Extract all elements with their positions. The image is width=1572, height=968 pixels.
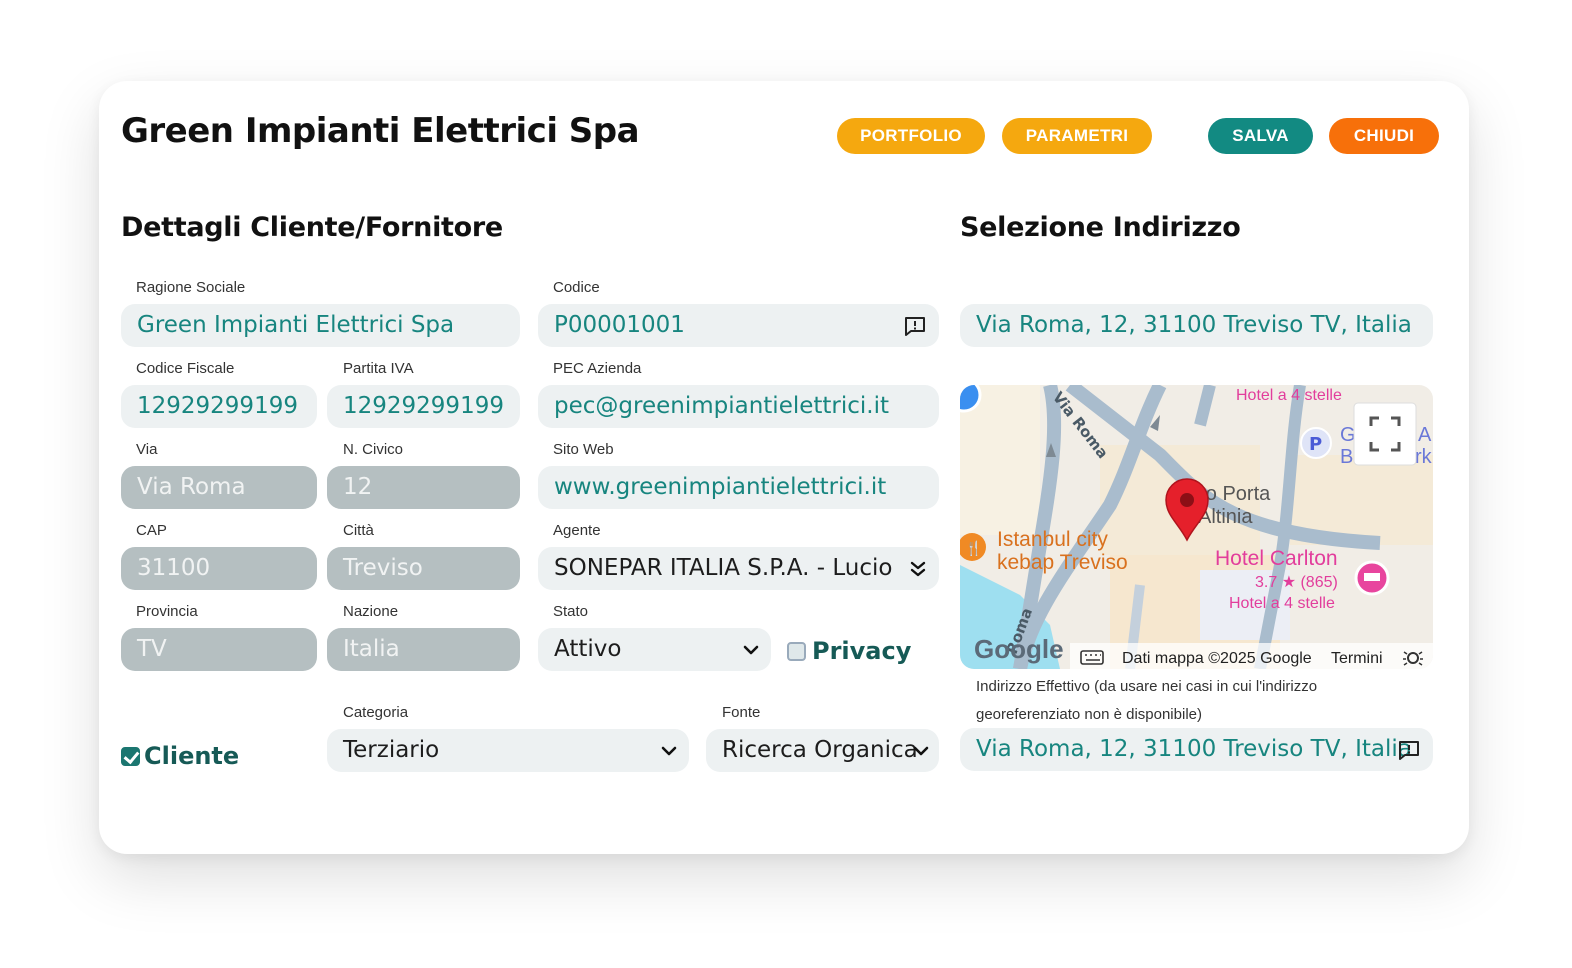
poi-kebab-line1: Istanbul city: [997, 528, 1108, 551]
fonte-value: Ricerca Organica: [722, 737, 918, 763]
restaurant-icon-glyph: 🍴: [965, 540, 982, 557]
codice-fiscale-field[interactable]: 12929299199: [121, 385, 317, 428]
cap-label: CAP: [136, 522, 167, 539]
codice-field[interactable]: P00001001: [538, 304, 939, 347]
poi-hotel-name: Hotel Carlton: [1215, 547, 1338, 570]
parametri-button[interactable]: PARAMETRI: [1002, 118, 1152, 154]
edge-label-line1: A: [1418, 424, 1432, 446]
categoria-label: Categoria: [343, 704, 409, 721]
effective-address-value: Via Roma, 12, 31100 Treviso TV, Italia: [976, 736, 1412, 762]
ragione-sociale-field[interactable]: Green Impianti Elettrici Spa: [121, 304, 520, 347]
map-attribution: Dati mappa ©2025 Google: [1122, 650, 1312, 667]
poi-hotel-rating: 3.7 ★ (865): [1255, 574, 1338, 591]
map-view[interactable]: Via Roma Roma Hotel a 4 stelle rgo Porta…: [960, 385, 1433, 669]
fullscreen-button[interactable]: [1353, 402, 1417, 466]
cap-field: 31100: [121, 547, 317, 590]
close-button[interactable]: CHIUDI: [1329, 118, 1439, 154]
privacy-checkbox-box[interactable]: [787, 641, 806, 661]
privacy-label: Privacy: [812, 637, 912, 665]
effective-address-note: Indirizzo Effettivo (da usare nei casi i…: [976, 678, 1318, 723]
via-label: Via: [136, 441, 158, 458]
cliente-checkbox[interactable]: Cliente: [121, 742, 239, 770]
agente-value: SONEPAR ITALIA S.P.A. - Lucio: [554, 555, 893, 581]
citta-field: Treviso: [327, 547, 520, 590]
provincia-label: Provincia: [136, 603, 198, 620]
portfolio-button[interactable]: PORTFOLIO: [837, 118, 985, 154]
codice-value: P00001001: [554, 312, 685, 338]
cliente-checkbox-box[interactable]: [121, 746, 140, 766]
pec-label: PEC Azienda: [553, 360, 642, 377]
privacy-checkbox[interactable]: Privacy: [787, 637, 911, 665]
sito-web-field[interactable]: www.greenimpiantielettrici.it: [538, 466, 939, 509]
stato-select[interactable]: Attivo: [538, 628, 771, 671]
poi-hotel-top: Hotel a 4 stelle: [1236, 387, 1342, 404]
parking-label-line1: G: [1340, 424, 1356, 446]
partita-iva-field[interactable]: 12929299199: [327, 385, 520, 428]
comment-icon[interactable]: [1397, 728, 1421, 771]
civico-label: N. Civico: [343, 441, 404, 458]
save-button[interactable]: SALVA: [1208, 118, 1313, 154]
chevron-down-icon: [661, 729, 677, 772]
provincia-field: TV: [121, 628, 317, 671]
ragione-sociale-label: Ragione Sociale: [136, 279, 246, 296]
double-chevron-down-icon: [909, 547, 927, 590]
map-road: [1194, 385, 1216, 427]
map-terms-link[interactable]: Termini: [1331, 650, 1383, 667]
partita-iva-label: Partita IVA: [343, 360, 414, 377]
stato-label: Stato: [553, 603, 589, 620]
sito-web-label: Sito Web: [553, 441, 614, 458]
hotel-icon-bed: [1364, 573, 1380, 581]
agente-select[interactable]: SONEPAR ITALIA S.P.A. - Lucio: [538, 547, 939, 590]
customer-form-card: Green Impianti Elettrici Spa PORTFOLIO P…: [99, 81, 1469, 854]
poi-hotel-type: Hotel a 4 stelle: [1229, 595, 1335, 612]
effective-address-field[interactable]: Via Roma, 12, 31100 Treviso TV, Italia: [960, 728, 1433, 771]
nazione-label: Nazione: [343, 603, 399, 620]
fonte-select[interactable]: Ricerca Organica: [706, 729, 939, 772]
address-section-title: Selezione Indirizzo: [960, 212, 1241, 243]
nazione-field: Italia: [327, 628, 520, 671]
agente-label: Agente: [553, 522, 601, 539]
cliente-label: Cliente: [144, 742, 240, 770]
fonte-label: Fonte: [722, 704, 761, 721]
address-search-input[interactable]: Via Roma, 12, 31100 Treviso TV, Italia: [960, 304, 1433, 347]
stato-value: Attivo: [554, 636, 622, 662]
parking-label-line2: B: [1340, 446, 1353, 468]
chevron-down-icon: [913, 729, 929, 772]
categoria-value: Terziario: [343, 737, 440, 763]
chevron-down-icon: [743, 628, 759, 671]
categoria-select[interactable]: Terziario: [327, 729, 689, 772]
page-title: Green Impianti Elettrici Spa: [121, 111, 640, 151]
civico-field: 12: [327, 466, 520, 509]
poi-kebab-line2: kebap Treviso: [997, 551, 1128, 574]
comment-icon[interactable]: [903, 304, 927, 347]
codice-fiscale-label: Codice Fiscale: [136, 360, 235, 377]
google-logo: Google: [974, 634, 1064, 664]
citta-label: Città: [343, 522, 374, 539]
parking-icon-letter: P: [1309, 434, 1322, 455]
map-canvas[interactable]: Via Roma Roma Hotel a 4 stelle rgo Porta…: [960, 385, 1433, 669]
via-field: Via Roma: [121, 466, 317, 509]
pec-field[interactable]: pec@greenimpiantielettrici.it: [538, 385, 939, 428]
codice-label: Codice: [553, 279, 600, 296]
details-section-title: Dettagli Cliente/Fornitore: [121, 212, 503, 243]
edge-label-line2: rk: [1415, 446, 1433, 468]
